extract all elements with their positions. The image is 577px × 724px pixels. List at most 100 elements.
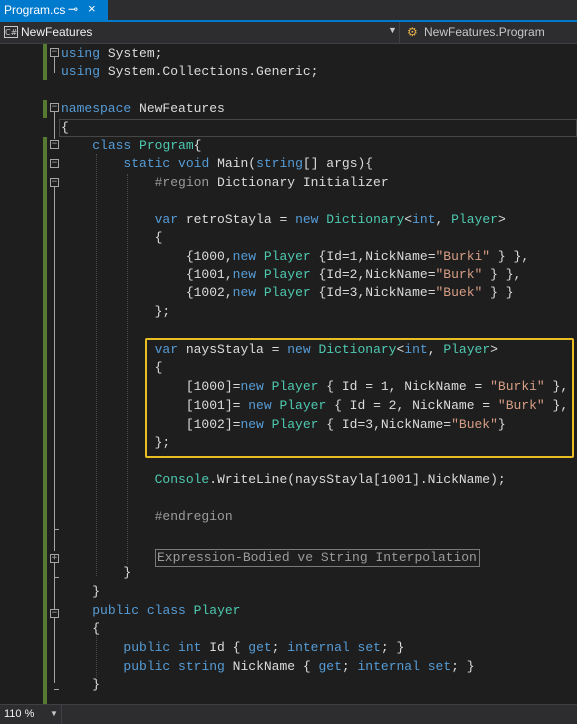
code-line[interactable]: };	[61, 303, 171, 321]
code-line[interactable]: {	[61, 229, 163, 247]
code-token: NewFeatures	[131, 101, 225, 116]
code-token: new	[232, 249, 257, 264]
code-token: } },	[490, 249, 530, 264]
code-line[interactable]: static void Main(string[] args){	[61, 155, 373, 173]
tab-program-cs[interactable]: Program.cs ⊸ ×	[0, 0, 108, 20]
outline-tick	[54, 577, 59, 578]
code-token: };	[61, 304, 171, 319]
type-name: NewFeatures.Program	[424, 25, 545, 39]
code-token: internal	[287, 640, 350, 655]
code-line[interactable]: #region Dictionary Initializer	[61, 174, 389, 192]
code-token: Id {	[201, 640, 249, 655]
code-token: Player	[263, 267, 311, 282]
code-token: using	[61, 64, 101, 79]
code-line[interactable]: using System;	[61, 45, 162, 63]
code-token: {Id=1,NickName=	[310, 249, 436, 264]
zoom-dropdown[interactable]: 110 % ▼	[0, 705, 62, 724]
code-token: public	[123, 659, 171, 674]
collapse-toggle[interactable]: −	[50, 159, 59, 168]
code-token: {1000,	[61, 249, 233, 264]
collapse-toggle[interactable]: −	[50, 609, 59, 618]
code-token: void	[178, 156, 210, 171]
code-token: #endregion	[154, 509, 233, 524]
code-line[interactable]: Console.WriteLine(naysStayla[1001].NickN…	[61, 471, 506, 489]
outline-tick	[54, 689, 59, 690]
expand-toggle[interactable]: +	[50, 554, 59, 563]
code-token: Main(	[209, 156, 257, 171]
code-line[interactable]: }	[61, 564, 131, 582]
code-token: System.Collections.Generic;	[100, 64, 319, 79]
code-token: static	[123, 156, 171, 171]
current-line-highlight	[59, 119, 577, 137]
code-line[interactable]: {	[61, 119, 69, 137]
project-dropdown[interactable]: C# NewFeatures ▼	[0, 22, 400, 43]
code-token: set	[357, 640, 381, 655]
collapse-toggle[interactable]: −	[50, 48, 59, 57]
code-token: {	[61, 120, 69, 135]
collapsed-region[interactable]: Expression-Bodied ve String Interpolatio…	[155, 549, 480, 567]
code-line[interactable]: {1000,new Player {Id=1,NickName="Burki" …	[61, 248, 529, 266]
code-line[interactable]: }	[61, 583, 100, 601]
code-line[interactable]: public int Id { get; internal set; }	[61, 639, 404, 657]
code-token: get	[248, 640, 272, 655]
close-icon[interactable]: ×	[88, 1, 96, 16]
code-token: }	[61, 584, 101, 599]
code-token: Player	[193, 603, 241, 618]
code-token: retroStayla =	[178, 212, 296, 227]
collapse-toggle[interactable]: −	[50, 103, 59, 112]
outline-line	[54, 563, 55, 683]
code-line[interactable]: {	[61, 620, 100, 638]
code-line[interactable]: {1001,new Player {Id=2,NickName="Burk" }…	[61, 266, 522, 284]
code-token: } },	[482, 267, 522, 282]
code-token: ;	[271, 640, 288, 655]
code-token: class	[146, 603, 186, 618]
code-line[interactable]: var retroStayla = new Dictionary<int, Pl…	[61, 211, 506, 229]
code-token: }	[61, 565, 132, 580]
code-token: <	[404, 212, 413, 227]
change-indicator	[43, 137, 47, 704]
change-indicator	[43, 44, 47, 80]
code-token: Player	[263, 285, 311, 300]
chevron-down-icon[interactable]: ▼	[50, 709, 58, 718]
code-token: Player	[451, 212, 498, 227]
collapse-toggle[interactable]: −	[50, 140, 59, 149]
code-line[interactable]: {1002,new Player {Id=3,NickName="Buek" }…	[61, 284, 514, 302]
code-line[interactable]: #endregion	[61, 508, 233, 526]
pin-icon[interactable]: ⊸	[68, 2, 78, 16]
code-token: System;	[100, 46, 163, 61]
code-line[interactable]: }	[61, 676, 100, 694]
code-line[interactable]: public string NickName { get; internal s…	[61, 658, 474, 676]
code-line[interactable]: namespace NewFeatures	[61, 100, 225, 118]
code-token: int	[178, 640, 202, 655]
type-dropdown[interactable]: ⚙ NewFeatures.Program	[401, 22, 577, 43]
document-tab-strip: Program.cs ⊸ ×	[0, 0, 577, 22]
code-token: Dictionary Initializer	[209, 175, 389, 190]
code-token: {	[193, 138, 202, 153]
code-token: new	[232, 285, 257, 300]
code-token: get	[318, 659, 342, 674]
code-token: #region	[154, 175, 210, 190]
code-token: using	[61, 46, 101, 61]
chevron-down-icon[interactable]: ▼	[388, 25, 397, 35]
collapse-toggle[interactable]: −	[50, 178, 59, 187]
code-token: public	[92, 603, 140, 618]
code-token: "Burki"	[435, 249, 491, 264]
code-token: var	[154, 212, 179, 227]
code-token: string	[256, 156, 303, 171]
code-line[interactable]: public class Player	[61, 602, 240, 620]
code-line[interactable]: class Program{	[61, 137, 201, 155]
code-line[interactable]: using System.Collections.Generic;	[61, 63, 318, 81]
code-editor[interactable]: − − − − − + − using System; using System.…	[0, 44, 577, 704]
code-token: set	[427, 659, 452, 674]
